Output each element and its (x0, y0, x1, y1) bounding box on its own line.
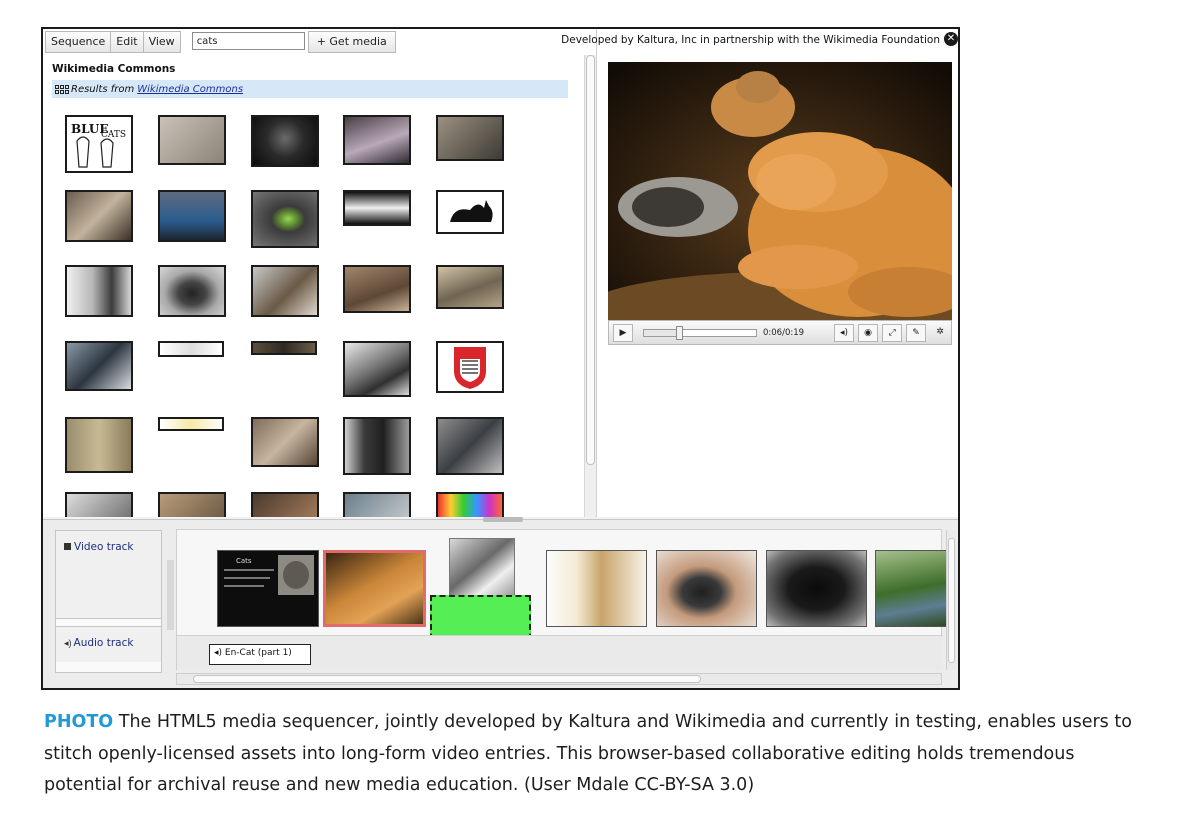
result-thumbnail[interactable] (436, 115, 504, 161)
audio-track-header[interactable]: ◂) Audio track (56, 626, 161, 662)
clips-area: Cats ◂) En-Cat (part 1) (176, 529, 947, 670)
result-thumbnail[interactable] (158, 417, 224, 431)
menubar: Sequence Edit View + Get media (45, 31, 396, 53)
result-thumbnail[interactable] (343, 115, 411, 165)
svg-text:CATS: CATS (101, 130, 126, 140)
result-thumbnail[interactable] (251, 417, 319, 467)
result-thumbnail[interactable] (251, 341, 317, 355)
result-thumbnail[interactable] (436, 190, 504, 234)
video-clip-selected[interactable] (323, 550, 426, 627)
grid-view-icon[interactable] (55, 84, 69, 94)
video-clip[interactable] (656, 550, 757, 627)
result-thumbnail[interactable]: BLUE CATS (65, 115, 133, 173)
track-resize-handle[interactable] (167, 560, 174, 630)
media-search-input[interactable] (191, 32, 305, 50)
svg-text:Cats: Cats (236, 557, 252, 565)
result-thumbnail[interactable] (65, 341, 133, 391)
settings-icon[interactable]: ✲ (930, 324, 950, 342)
result-thumbnail[interactable] (436, 341, 504, 393)
result-thumbnail[interactable] (251, 190, 319, 248)
speaker-icon: ◂) (64, 638, 72, 648)
film-icon (64, 543, 71, 550)
seek-handle[interactable] (675, 325, 683, 340)
result-thumbnail[interactable] (436, 492, 504, 517)
menu-edit[interactable]: Edit (110, 31, 144, 53)
video-clip[interactable] (766, 550, 867, 627)
video-clip-title-card[interactable]: Cats (217, 550, 319, 627)
result-thumbnail[interactable] (251, 115, 319, 167)
result-thumbnail[interactable] (65, 492, 133, 517)
result-thumbnail[interactable] (343, 492, 411, 517)
result-thumbnail[interactable] (343, 341, 411, 397)
tools-icon[interactable]: ✎ (906, 323, 927, 342)
timeline-panel: Video track ◂) Audio track Cats ◂) En-Ca… (43, 517, 958, 688)
result-thumbnail[interactable] (343, 265, 411, 313)
audio-track-label: Audio track (73, 637, 134, 649)
result-thumbnail[interactable] (343, 190, 411, 226)
result-thumbnail[interactable] (343, 417, 411, 475)
result-thumbnail[interactable] (436, 265, 504, 309)
result-thumbnail[interactable] (158, 492, 226, 517)
developer-credit: Developed by Kaltura, Inc in partnership… (561, 34, 940, 46)
get-media-button[interactable]: + Get media (307, 31, 396, 53)
results-source-link[interactable]: Wikimedia Commons (137, 84, 243, 95)
seek-bar[interactable] (643, 325, 757, 340)
media-browser-pane: Sequence Edit View + Get media Wikimedia… (43, 29, 623, 517)
track-labels: Video track ◂) Audio track (55, 530, 162, 673)
results-header: Results from Wikimedia Commons (52, 80, 568, 98)
volume-icon[interactable]: ◂) (834, 323, 855, 342)
result-thumbnail[interactable] (158, 265, 226, 317)
result-thumbnail[interactable] (251, 492, 319, 517)
result-thumbnail[interactable] (158, 115, 226, 165)
provider-title: Wikimedia Commons (52, 63, 176, 75)
video-clip[interactable] (546, 550, 647, 627)
result-thumbnail[interactable] (436, 417, 504, 475)
results-grid: BLUE CATS (65, 115, 535, 517)
close-icon[interactable]: ✕ (944, 32, 958, 46)
audio-clip-label: En-Cat (part 1) (224, 648, 292, 658)
video-lane: Cats (177, 538, 947, 659)
time-display: 0:06/0:19 (763, 327, 805, 338)
result-thumbnail[interactable] (158, 190, 226, 242)
audio-clip[interactable]: ◂) En-Cat (part 1) (209, 644, 311, 665)
audio-lane: ◂) En-Cat (part 1) (177, 635, 943, 670)
player-controls: ▶ 0:06/0:19 ◂) ◉ ⤢ ✎ ✲ (608, 320, 952, 345)
caption-label: PHOTO (44, 712, 114, 732)
result-thumbnail[interactable] (65, 190, 133, 242)
caption-text: The HTML5 media sequencer, jointly devel… (44, 712, 1132, 795)
menu-sequence[interactable]: Sequence (45, 31, 112, 53)
play-button[interactable]: ▶ (613, 323, 633, 342)
video-clip[interactable] (875, 550, 947, 627)
panel-resize-handle[interactable] (483, 517, 523, 522)
results-scrollbar[interactable] (584, 55, 596, 517)
timeline-horizontal-scrollbar[interactable] (176, 673, 942, 685)
video-track-header[interactable]: Video track (56, 531, 161, 619)
dragged-clip[interactable] (449, 538, 515, 599)
seek-progress (644, 329, 680, 336)
video-preview (608, 62, 952, 320)
captions-icon[interactable]: ◉ (858, 323, 879, 342)
results-prefix: Results from (71, 83, 135, 95)
video-track-label: Video track (74, 541, 134, 553)
timeline-vertical-scrollbar[interactable] (946, 530, 956, 670)
result-thumbnail[interactable] (65, 265, 133, 317)
player-pane: Developed by Kaltura, Inc in partnership… (561, 29, 958, 517)
result-thumbnail[interactable] (158, 341, 224, 357)
result-thumbnail[interactable] (251, 265, 319, 317)
menu-view[interactable]: View (142, 31, 181, 53)
sequencer-window: Sequence Edit View + Get media Wikimedia… (41, 27, 960, 690)
speaker-icon: ◂) (214, 648, 223, 658)
fullscreen-icon[interactable]: ⤢ (882, 323, 903, 342)
photo-caption: PHOTO The HTML5 media sequencer, jointly… (44, 707, 1154, 802)
result-thumbnail[interactable] (65, 417, 133, 473)
